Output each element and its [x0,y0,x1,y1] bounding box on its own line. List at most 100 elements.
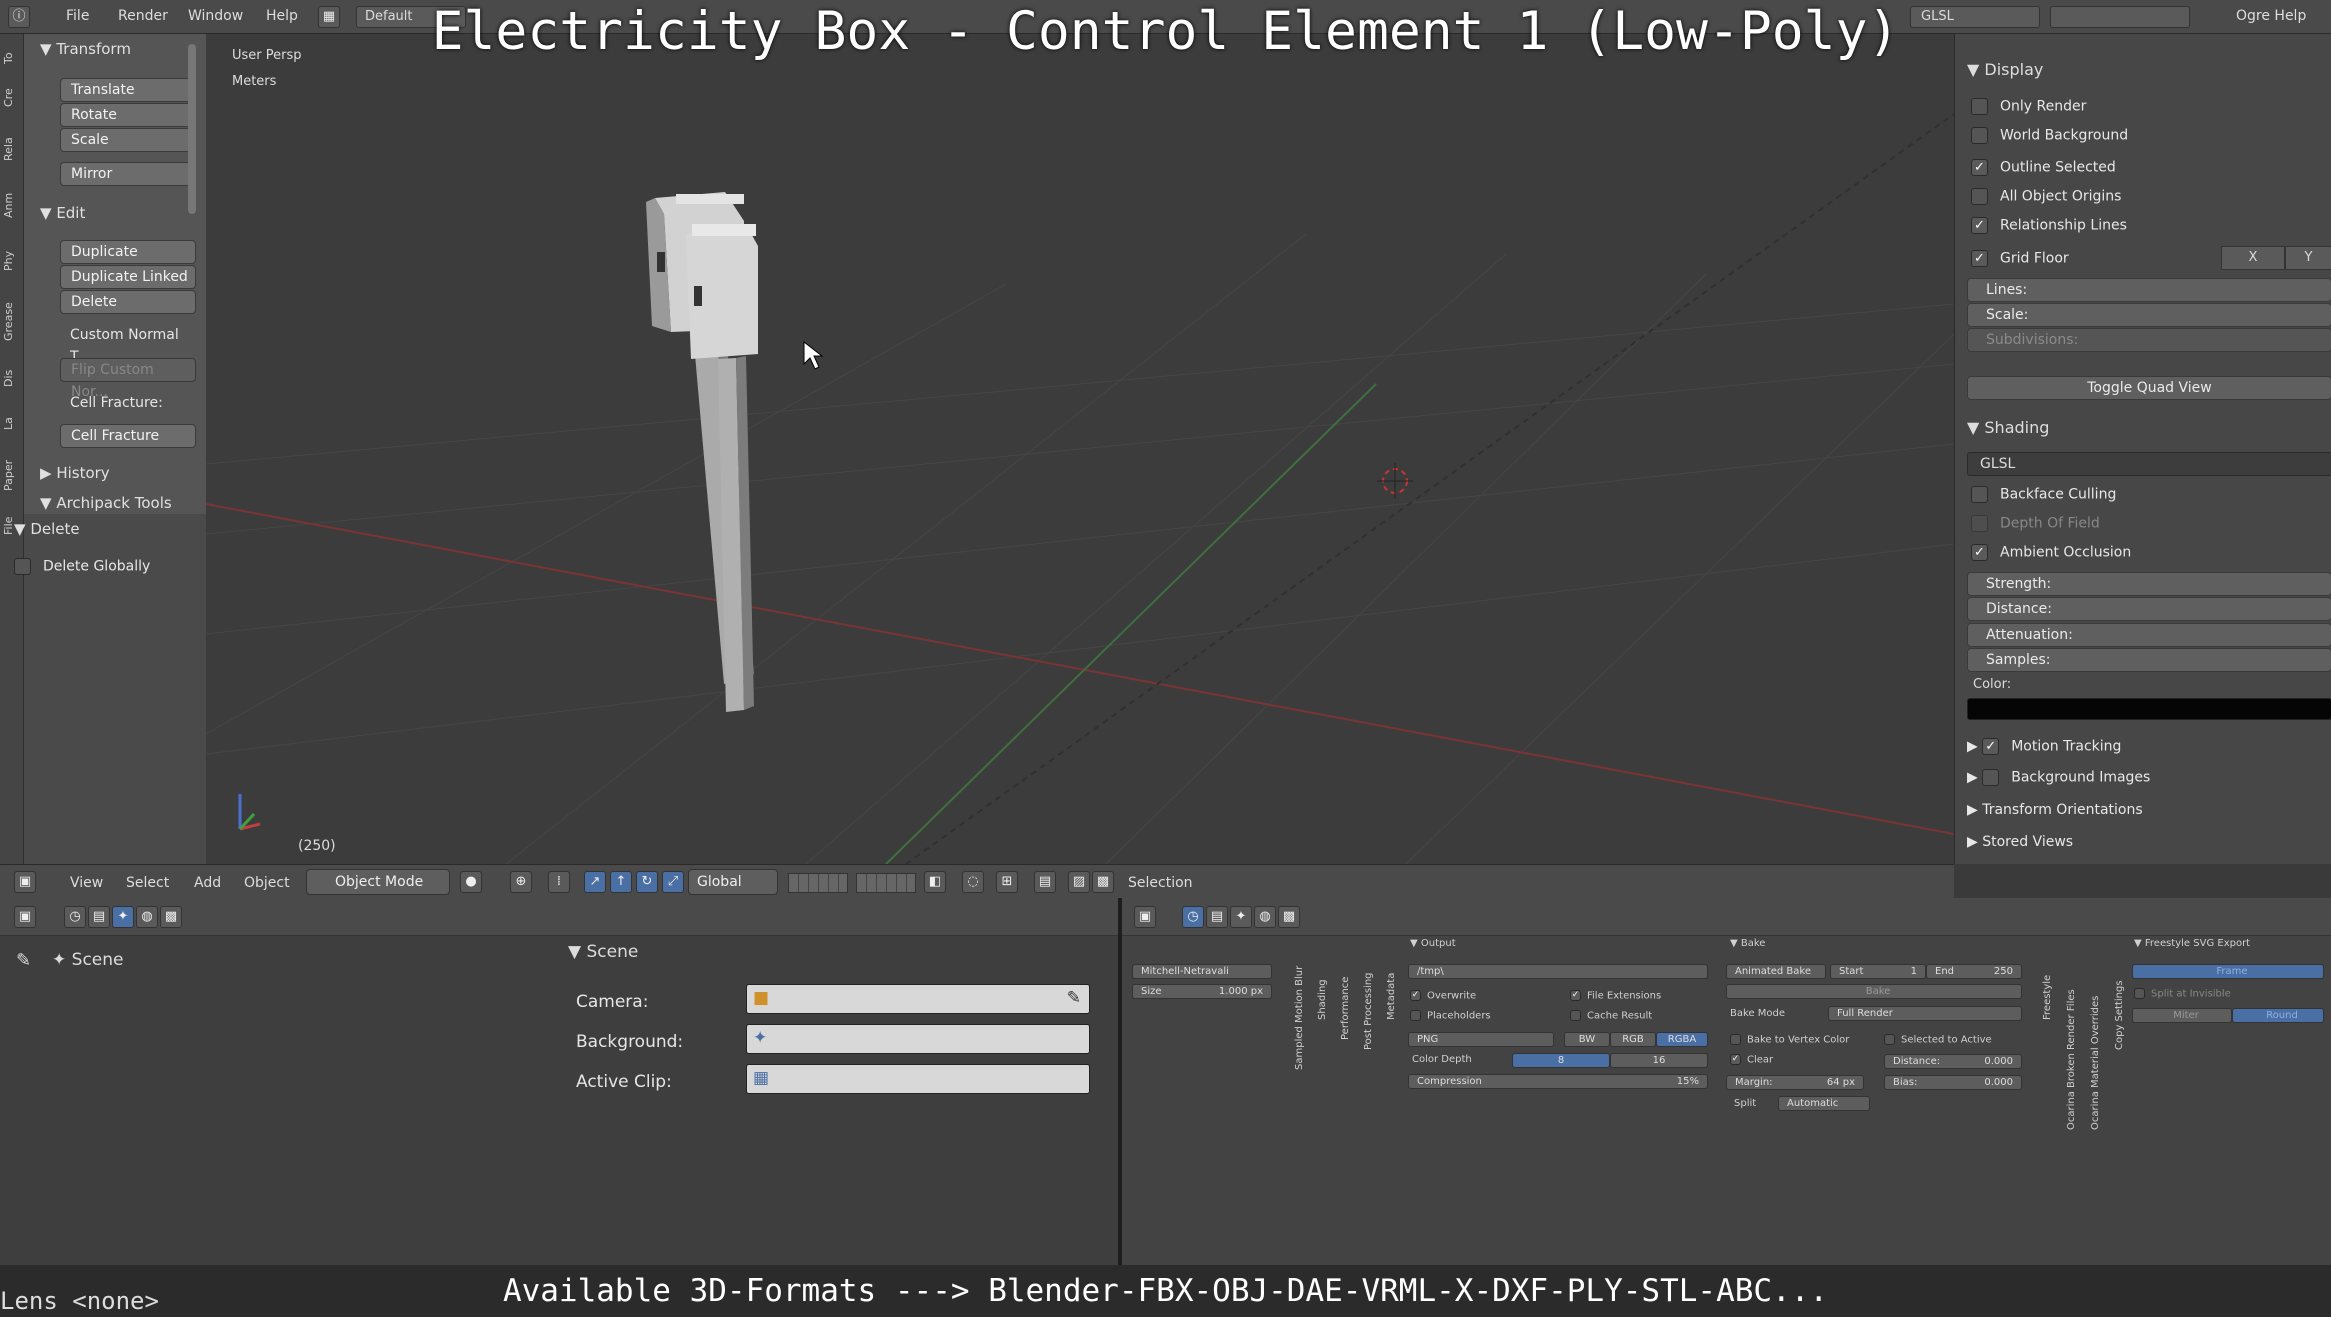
rgba-toggle[interactable]: RGBA [1656,1032,1708,1047]
3d-cursor[interactable] [1377,463,1413,499]
backface-checkbox[interactable] [1971,486,1988,503]
world-background-row[interactable]: World Background [1971,127,2128,144]
layers-tab-icon[interactable]: ▤ [88,906,110,928]
toggle-quad-view-button[interactable]: Toggle Quad View [1967,376,2331,400]
tab-physics[interactable]: Phy [2,236,22,286]
orientation-select[interactable]: Global [688,869,778,895]
split-invisible-checkbox[interactable] [2134,988,2145,999]
panel-material-overrides[interactable]: Ocarina Material Overrides [2090,960,2101,1130]
active-clip-field[interactable]: ▦ [746,1064,1090,1094]
ao-attenuation-field[interactable]: Attenuation: [1967,623,2331,647]
animated-bake-button[interactable]: Animated Bake [1726,964,1826,979]
delete-button[interactable]: Delete [60,290,196,314]
depth-8-toggle[interactable]: 8 [1512,1053,1610,1068]
delete-globally-row[interactable]: Delete Globally [14,558,150,575]
world-tab-icon[interactable]: ◍ [136,906,158,928]
placeholders-checkbox[interactable] [1410,1010,1421,1021]
selected-active-checkbox[interactable] [1884,1034,1895,1045]
rotate-manip-icon[interactable]: ↻ [636,871,658,893]
editor-type-icon[interactable]: ▣ [14,871,36,893]
transform-orientations-row[interactable]: ▶ Transform Orientations [1967,802,2143,818]
duplicate-button[interactable]: Duplicate [60,240,196,264]
grid-floor-row[interactable]: ✓ Grid Floor [1971,250,2069,267]
layers-tab-icon-2[interactable]: ▤ [1206,906,1228,928]
ambient-occlusion-row[interactable]: ✓ Ambient Occlusion [1971,544,2131,561]
duplicate-linked-button[interactable]: Duplicate Linked [60,265,196,289]
grid-floor-checkbox[interactable]: ✓ [1971,250,1988,267]
scene-tab-icon[interactable]: ✦ [112,906,134,928]
layers-grid-2[interactable] [856,873,916,893]
outline-selected-checkbox[interactable]: ✓ [1971,159,1988,176]
only-render-checkbox[interactable] [1971,98,1988,115]
freestyle-svg-header[interactable]: ▼ Freestyle SVG Export [2134,938,2250,949]
file-ext-row[interactable]: ✓ File Extensions [1570,990,1661,1002]
filter-size-field[interactable]: Size 1.000 px [1132,984,1272,999]
menu-view[interactable]: View [70,875,103,891]
bake-end-field[interactable]: End 250 [1926,964,2022,979]
panel-freestyle[interactable]: Freestyle [2042,960,2053,1020]
tab-paper[interactable]: Paper [2,450,22,500]
clear-row[interactable]: ✓ Clear [1730,1054,1773,1066]
pivot-icon[interactable]: ⊕ [510,871,532,893]
panel-metadata[interactable]: Metadata [1386,960,1397,1020]
pin-icon[interactable]: ✎ [16,950,31,971]
bake-panel-header[interactable]: ▼ Bake [1730,938,1765,949]
tab-la[interactable]: La [2,404,22,444]
translate-manip-icon[interactable]: ↑ [610,871,632,893]
panel-copy-settings[interactable]: Copy Settings [2114,960,2125,1050]
split-invisible-row[interactable]: Split at Invisible [2134,988,2231,1000]
world-tab-icon-2[interactable]: ◍ [1254,906,1276,928]
round-toggle[interactable]: Round [2232,1008,2324,1023]
texture-tab-icon[interactable]: ▩ [160,906,182,928]
menu-select[interactable]: Select [126,875,169,891]
rgb-toggle[interactable]: RGB [1610,1032,1656,1047]
rotate-button[interactable]: Rotate [60,103,196,127]
overwrite-row[interactable]: ✓ Overwrite [1410,990,1476,1002]
tab-grease[interactable]: Grease [2,292,22,352]
delete-globally-checkbox[interactable] [14,558,31,575]
backface-row[interactable]: Backface Culling [1971,486,2116,503]
panel-performance[interactable]: Performance [1340,960,1351,1040]
motion-tracking-row[interactable]: ▶ ✓ Motion Tracking [1967,738,2121,755]
shading-header[interactable]: ▼ Shading [1967,418,2049,437]
cell-fracture-button[interactable]: Cell Fracture [60,424,196,448]
ao-distance-field[interactable]: Distance: [1967,597,2331,621]
3d-viewport[interactable]: User Persp Meters (250) [206,34,1954,864]
tab-display[interactable]: Dis [2,358,22,398]
all-origins-checkbox[interactable] [1971,188,1988,205]
snap-icon[interactable]: ⊞ [996,871,1018,893]
translate-button[interactable]: Translate [60,78,196,102]
toolshelf-scrollbar[interactable] [188,44,196,214]
panel-motion-blur[interactable]: Sampled Motion Blur [1294,960,1305,1070]
output-path-field[interactable]: /tmp\ [1408,964,1708,979]
properties-editor-icon-2[interactable]: ▣ [1134,906,1156,928]
filter-preset-select[interactable]: Mitchell-Netravali [1132,964,1272,979]
background-images-checkbox[interactable] [1982,769,2000,786]
ambient-occlusion-checkbox[interactable]: ✓ [1971,544,1988,561]
properties-editor-icon[interactable]: ▣ [14,906,36,928]
panel-post-processing[interactable]: Post Processing [1363,960,1374,1051]
render-opengl-icon[interactable]: ▨ [1068,871,1090,893]
background-field[interactable]: ✦ [746,1024,1090,1054]
ao-color-swatch[interactable] [1967,698,2331,720]
only-render-row[interactable]: Only Render [1971,98,2086,115]
ao-strength-field[interactable]: Strength: [1967,572,2331,596]
edit-header[interactable]: ▼ Edit [40,204,85,222]
layers-grid-1[interactable] [788,873,848,893]
dof-checkbox[interactable] [1971,515,1988,532]
scene-panel-header[interactable]: ▼ Scene [568,942,638,962]
dof-row[interactable]: Depth Of Field [1971,515,2100,532]
snap-target-icon[interactable]: ▤ [1034,871,1056,893]
compression-field[interactable]: Compression 15% [1408,1074,1708,1089]
relationship-lines-row[interactable]: ✓ Relationship Lines [1971,217,2127,234]
overwrite-checkbox[interactable]: ✓ [1410,990,1421,1001]
bake-bias-field[interactable]: Bias: 0.000 [1884,1075,2022,1090]
history-header[interactable]: ▶ History [40,464,110,482]
format-select[interactable]: PNG [1408,1032,1554,1047]
cache-result-row[interactable]: Cache Result [1570,1010,1652,1022]
tab-animation[interactable]: Anm [2,180,22,230]
cache-result-checkbox[interactable] [1570,1010,1581,1021]
all-origins-row[interactable]: All Object Origins [1971,188,2121,205]
scene-tab-icon-2[interactable]: ✦ [1230,906,1252,928]
scale-manip-icon[interactable]: ⤢ [662,871,684,893]
